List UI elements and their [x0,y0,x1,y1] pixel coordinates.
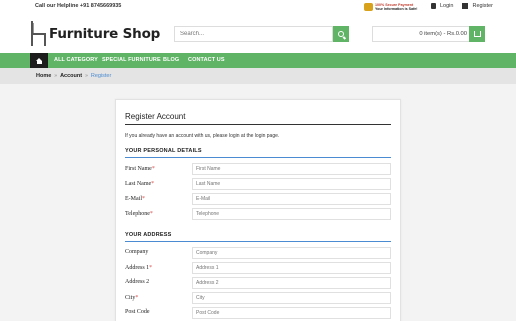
postcode-label: Post Code [125,309,150,315]
login-link[interactable]: Login [440,3,453,9]
breadcrumb: Home » Account » Register [36,73,111,79]
lock-icon [431,3,436,9]
email-label: E-Mail* [125,196,145,202]
site-header: Furniture Shop 0 item(s) - Rs.0.00 [0,14,516,53]
search-input[interactable] [174,26,333,42]
company-field[interactable] [192,247,391,259]
section-divider [125,157,391,158]
helpline-text: Call our Helpline +91 8745669935 [35,3,122,9]
nav-special-furniture[interactable]: SPECIAL FURNITURE [102,57,161,63]
address2-field[interactable] [192,277,391,289]
register-card: Register Account If you already have an … [115,99,401,321]
personal-details-heading: YOUR PERSONAL DETAILS [125,148,202,154]
home-icon [36,58,42,64]
breadcrumb-register[interactable]: Register [91,73,111,79]
nav-contact-us[interactable]: CONTACT US [188,57,225,63]
nav-blog[interactable]: BLOG [163,57,179,63]
address1-field[interactable] [192,262,391,274]
search-icon [338,31,344,37]
address2-label: Address 2 [125,279,150,285]
main-nav: ALL CATEGORY SPECIAL FURNITURE BLOG CONT… [0,53,516,68]
breadcrumb-bar: Home » Account » Register [0,68,516,84]
secure-payment-line2: Your Information is Safe! [375,7,418,11]
cart-total-text: 0 item(s) - Rs.0.00 [419,31,467,37]
breadcrumb-separator-icon: » [54,73,58,79]
breadcrumb-account[interactable]: Account [60,73,82,79]
company-label: Company [125,249,149,255]
telephone-field[interactable] [192,208,391,220]
last-name-label: Last Name* [125,181,155,187]
shopping-bag-icon [473,31,481,37]
city-label: City* [125,295,139,301]
cart-summary[interactable]: 0 item(s) - Rs.0.00 [372,26,485,42]
title-divider [125,124,391,125]
breadcrumb-home[interactable]: Home [36,73,51,79]
search-button[interactable] [333,26,349,42]
secure-payment-icon [364,3,373,11]
postcode-field[interactable] [192,307,391,319]
cart-button[interactable] [469,26,485,42]
first-name-label: First Name* [125,166,155,172]
nav-all-category[interactable]: ALL CATEGORY [54,57,98,63]
breadcrumb-separator-icon: » [85,73,88,79]
nav-home-button[interactable] [30,53,48,68]
telephone-label: Telephone* [125,211,153,217]
email-field[interactable] [192,193,391,205]
login-intro-text: If you already have an account with us, … [125,133,280,139]
address-heading: YOUR ADDRESS [125,232,172,238]
logo-text: Furniture Shop [49,25,161,42]
last-name-field[interactable] [192,178,391,190]
city-field[interactable] [192,292,391,304]
register-link[interactable]: Register [472,3,492,9]
address1-label: Address 1* [125,265,153,271]
secure-payment-badge: 100% Secure Payment Your Information is … [364,2,417,12]
site-logo[interactable]: Furniture Shop [30,21,160,46]
section-divider [125,241,391,242]
edit-icon [462,3,469,9]
first-name-field[interactable] [192,163,391,175]
chair-logo-icon [30,21,47,46]
top-bar: Call our Helpline +91 8745669935 100% Se… [0,0,516,14]
page-title: Register Account [125,112,186,121]
